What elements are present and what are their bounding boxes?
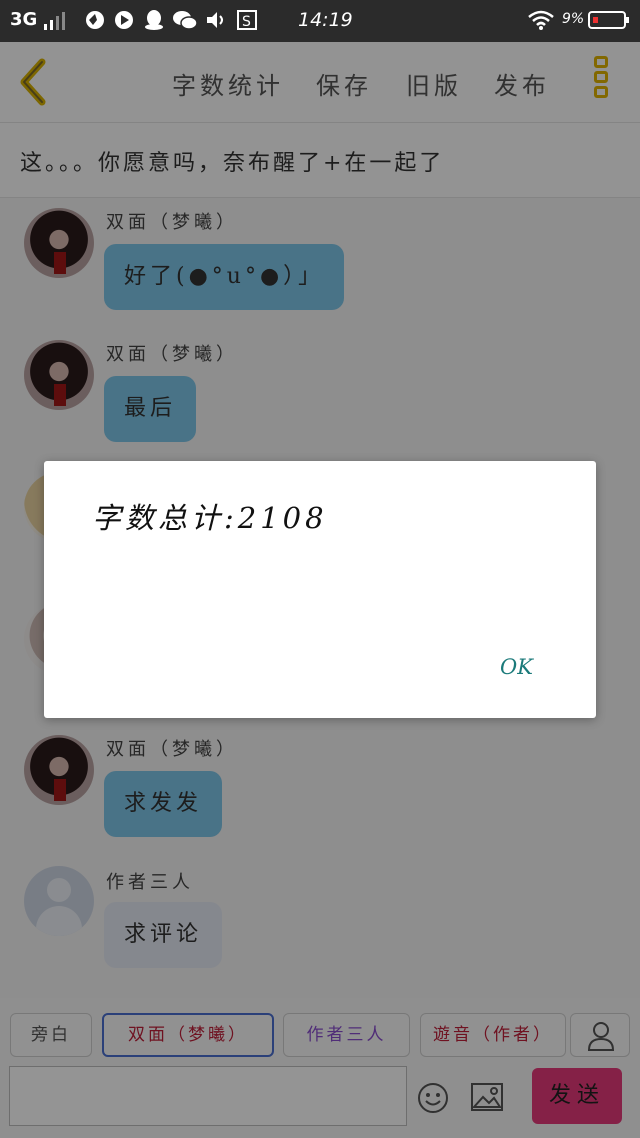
battery-icon <box>588 11 629 29</box>
volume-icon <box>207 12 223 28</box>
wechat-icon <box>173 11 198 30</box>
qq-icon <box>145 10 163 30</box>
svg-text:S: S <box>242 14 251 30</box>
ok-button[interactable]: OK <box>492 651 541 683</box>
browser-icon <box>86 11 104 29</box>
dialog-message: 字数总计:2108 <box>92 501 328 535</box>
s-icon: S <box>237 10 257 30</box>
word-count-dialog: 字数总计:2108 OK <box>44 461 596 718</box>
video-icon <box>115 11 133 29</box>
clock: 14:19 <box>298 9 353 31</box>
status-bar: 3G S 14:19 9% <box>0 0 640 42</box>
wifi-icon <box>528 10 554 30</box>
battery-percent: 9% <box>562 11 585 27</box>
signal-icon <box>44 12 65 30</box>
network-type: 3G <box>10 9 38 30</box>
